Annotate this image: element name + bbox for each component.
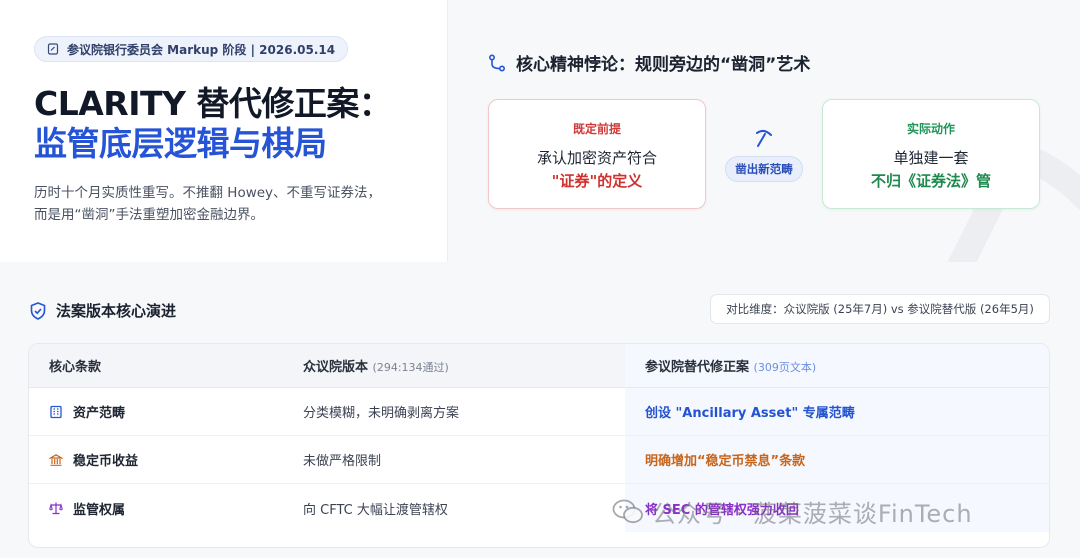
header-senate-label: 参议院替代修正案 (645, 360, 750, 375)
premise-line2: "证券"的定义 (551, 172, 643, 190)
paradox-heading: 核心精神悖论：规则旁边的“凿洞”艺术 (488, 50, 810, 75)
header-house: 众议院版本 (294:134通过) (303, 356, 449, 375)
premise-line1: 承认加密资产符合 (536, 149, 657, 167)
document-edit-icon (47, 43, 59, 55)
table-row: 稳定币收益 未做严格限制 明确增加“稳定币禁息”条款 (29, 436, 1049, 484)
git-branch-icon (488, 53, 506, 72)
row-clause-label: 监管权属 (73, 502, 126, 518)
intro-text: 历时十个月实质性重写。不推翻 Howey、不重写证券法，而是用“凿洞”手法重塑加… (34, 185, 382, 223)
row-clause-label: 稳定币收益 (73, 454, 139, 469)
header-senate-sub: (309页文本) (753, 361, 817, 374)
action-line1: 单独建一套 (893, 149, 969, 167)
row-clause: 资产范畴 (49, 402, 125, 421)
header-clause: 核心条款 (49, 356, 101, 375)
table-header-row: 核心条款 众议院版本 (294:134通过) 参议院替代修正案 (309页文本) (29, 344, 1049, 388)
badge-text: 参议院银行委员会 Markup 阶段 | 2026.05.14 (67, 42, 336, 57)
header-house-sub: (294:134通过) (372, 361, 449, 374)
row-senate-value: 明确增加“稳定币禁息”条款 (645, 454, 806, 469)
action-card: 实际动作 单独建一套 不归《证券法》管 (822, 99, 1040, 209)
page-title-line2: 监管底层逻辑与棋局 (34, 124, 327, 163)
row-clause: 监管权属 (49, 499, 125, 518)
row-clause: 稳定币收益 (49, 450, 138, 469)
carve-category-pill: 凿出新范畴 (725, 156, 803, 182)
watermark-text: 公众号 · 菠菜菠菜谈FinTech (652, 500, 973, 528)
row-clause-label: 资产范畴 (73, 406, 126, 421)
date-badge: 参议院银行委员会 Markup 阶段 | 2026.05.14 (34, 36, 349, 62)
premise-caption: 既定前提 (572, 122, 621, 136)
page-title-line1: CLARITY 替代修正案： (34, 84, 392, 123)
row-house-value: 分类模糊，未明确剥离方案 (303, 406, 460, 421)
header-house-label: 众议院版本 (303, 360, 369, 375)
header-senate: 参议院替代修正案 (309页文本) (645, 356, 816, 375)
action-line2: 不归《证券法》管 (870, 172, 991, 190)
wechat-icon (612, 499, 643, 523)
row-senate-value: 创设 "Ancillary Asset" 专属范畴 (645, 406, 855, 421)
header-clause-label: 核心条款 (49, 360, 102, 375)
building-icon (50, 405, 62, 418)
comparison-label: 对比维度：众议院版 (25年7月) vs 参议院替代版 (26年5月) (710, 294, 1050, 324)
row-house-value: 向 CFTC 大幅让渡管辖权 (303, 502, 448, 518)
action-caption: 实际动作 (906, 122, 955, 136)
row-house-value: 未做严格限制 (303, 454, 382, 469)
bank-icon (49, 453, 63, 466)
paradox-title: 核心精神悖论：规则旁边的“凿洞”艺术 (516, 55, 811, 75)
hero-left-panel: 参议院银行委员会 Markup 阶段 | 2026.05.14 CLARITY … (0, 0, 448, 262)
shield-check-icon (30, 301, 46, 320)
section-title: 法案版本核心演进 (56, 302, 177, 320)
table-row: 资产范畴 分类模糊，未明确剥离方案 创设 "Ancillary Asset" 专… (29, 388, 1049, 436)
hero-section: 参议院银行委员会 Markup 阶段 | 2026.05.14 CLARITY … (0, 0, 1080, 262)
paradox-panel: 核心精神悖论：规则旁边的“凿洞”艺术 既定前提 承认加密资产符合 "证券"的定义… (448, 0, 1080, 262)
watermark: 公众号 · 菠菜菠菜谈FinTech (612, 494, 973, 529)
pickaxe-icon (756, 129, 772, 147)
section-heading: 法案版本核心演进 (30, 300, 176, 321)
premise-card: 既定前提 承认加密资产符合 "证券"的定义 (488, 99, 706, 209)
scale-icon (49, 502, 63, 515)
